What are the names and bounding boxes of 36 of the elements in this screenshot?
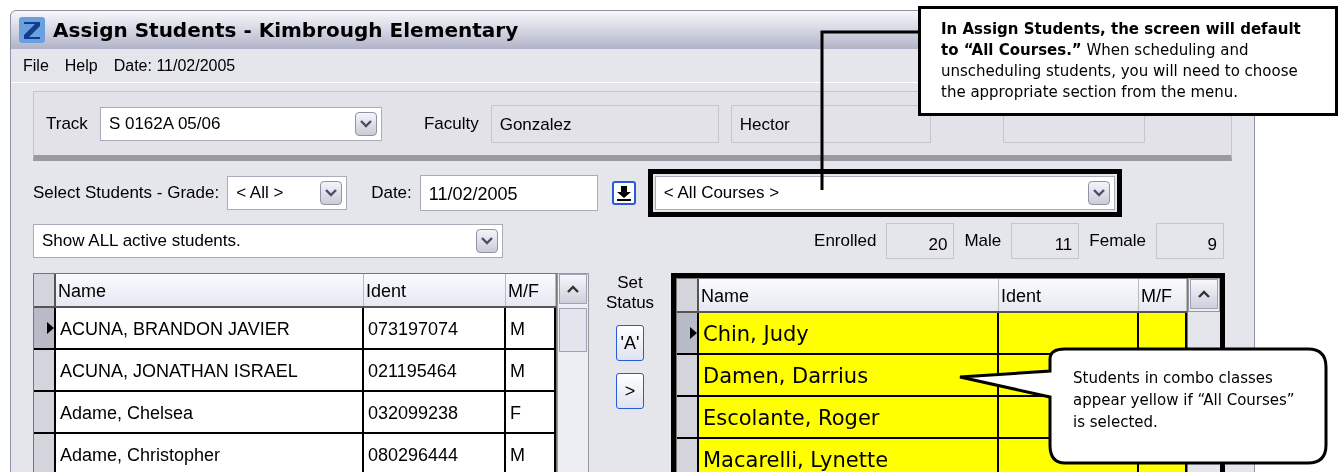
menu-item[interactable]: Date: 11/02/2005	[113, 53, 236, 78]
bubble-text: Students in combo classes appear yellow if “All Courses” is selected.	[1073, 368, 1296, 433]
table-cell: Escolante, Roger	[699, 397, 999, 437]
table-cell: Chin, Judy	[699, 313, 999, 353]
last-name-field: Gonzalez	[490, 104, 719, 143]
count-field: 11	[1011, 223, 1080, 259]
status-button[interactable]: >	[616, 373, 644, 409]
set-status-label: Set Status	[604, 273, 656, 313]
date-field[interactable]: 11/02/2005	[419, 175, 598, 211]
count-field: 9	[1156, 223, 1224, 259]
count-label: Female	[1089, 230, 1146, 253]
table-cell: Macarelli, Lynette	[699, 439, 999, 472]
field-label: Date:	[371, 182, 412, 205]
menu-item[interactable]: File	[23, 53, 49, 78]
column-header[interactable]: Ident	[364, 274, 506, 306]
note-text: In Assign Students, the screen will default to “All Courses.” When scheduling and unscheduling students, you will need to choose the appropriate section from the menu.	[941, 20, 1301, 101]
field-label: Track	[46, 112, 88, 135]
course-dropdown[interactable]: < All Courses >	[654, 176, 1115, 210]
count-field: 20	[886, 223, 955, 259]
count-label: Enrolled	[814, 230, 877, 253]
table-cell: Damen, Darrius	[699, 355, 999, 395]
column-header[interactable]: M/F	[1139, 279, 1187, 311]
column-header[interactable]: Ident	[999, 279, 1139, 311]
menu-item[interactable]: Help	[64, 53, 98, 78]
grade-dropdown[interactable]: < All >	[227, 176, 348, 210]
field-label: Faculty	[423, 112, 479, 135]
status-button[interactable]: 'A'	[616, 325, 644, 361]
column-header[interactable]: M/F	[506, 274, 556, 306]
column-header[interactable]: Name	[56, 274, 364, 306]
first-name-field: Hector	[730, 104, 931, 143]
window-title: Assign Students - Kimbrough Elementary	[53, 17, 519, 44]
track-dropdown[interactable]: S 0162A 05/06	[99, 106, 382, 141]
count-label: Male	[964, 230, 1002, 253]
column-header[interactable]: Name	[699, 279, 999, 311]
field-label: Select Students - Grade:	[33, 182, 220, 205]
student-filter-dropdown[interactable]: Show ALL active students.	[33, 224, 503, 258]
